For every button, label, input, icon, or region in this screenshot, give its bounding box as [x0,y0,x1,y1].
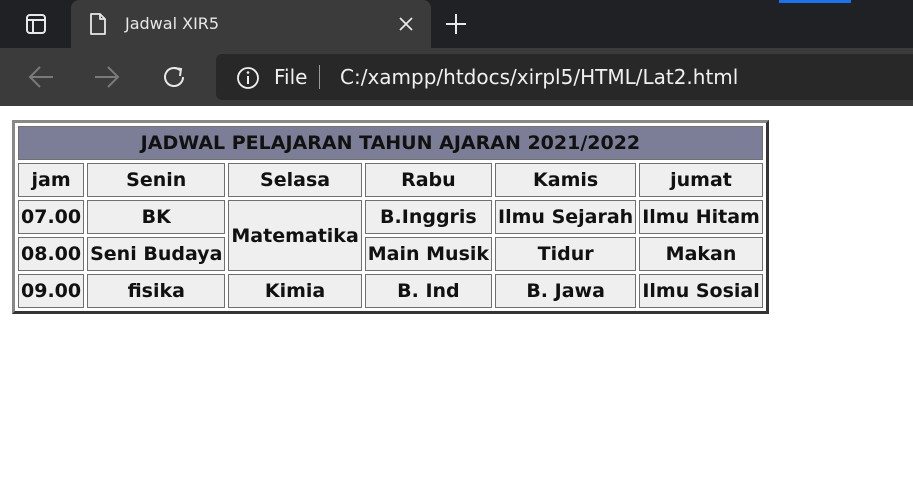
back-arrow-icon [28,66,53,88]
cell-senin: Seni Budaya [87,237,226,271]
cell-selasa: Matematika [228,200,362,271]
cell-rabu: B.Inggris [364,200,493,234]
cell-jam: 08.00 [18,237,85,271]
header-kamis: Kamis [495,163,637,197]
header-senin: Senin [87,163,226,197]
cell-jam: 07.00 [18,200,85,234]
forward-button[interactable] [92,62,122,92]
table-title: JADWAL PELAJARAN TAHUN AJARAN 2021/2022 [18,126,763,160]
url-scheme-label: File [274,65,308,89]
tab-actions-button[interactable] [16,10,56,38]
reload-icon [164,67,184,87]
table-title-row: JADWAL PELAJARAN TAHUN AJARAN 2021/2022 [18,126,763,160]
cell-kamis: Tidur [495,237,637,271]
tab-actions-icon [26,14,46,34]
header-jam: jam [18,163,85,197]
table-row: 09.00 fisika Kimia B. Ind B. Jawa Ilmu S… [18,274,763,308]
new-tab-icon[interactable] [444,12,468,36]
cell-jumat: Makan [639,237,763,271]
info-icon[interactable] [236,66,260,90]
table-row: 07.00 BK Matematika B.Inggris Ilmu Sejar… [18,200,763,271]
cell-selasa: Kimia [228,274,362,308]
cell-rabu: B. Ind [364,274,493,308]
tab-bar: Jadwal XIR5 [0,0,913,48]
address-divider [319,65,320,89]
cell-senin: BK [87,200,226,234]
accent-bar [779,0,851,3]
address-bar[interactable]: File C:/xampp/htdocs/xirpl5/HTML/Lat2.ht… [216,54,913,100]
header-selasa: Selasa [228,163,362,197]
schedule-table: JADWAL PELAJARAN TAHUN AJARAN 2021/2022 … [12,120,769,314]
cell-kamis: Ilmu Sejarah [495,200,637,234]
header-rabu: Rabu [364,163,493,197]
close-tab-icon[interactable] [397,15,415,33]
cell-jumat: Ilmu Hitam [639,200,763,234]
page-content: JADWAL PELAJARAN TAHUN AJARAN 2021/2022 … [0,106,913,478]
page-icon [90,13,106,35]
cell-jumat: Ilmu Sosial [639,274,763,308]
header-jumat: jumat [639,163,763,197]
forward-arrow-icon [95,66,120,88]
table-header-row: jam Senin Selasa Rabu Kamis jumat [18,163,763,197]
back-button[interactable] [26,62,56,92]
table-row: 08.00 Seni Budaya Main Musik Tidur Makan [18,237,763,271]
tab-title: Jadwal XIR5 [125,14,220,33]
cell-jam: 09.00 [18,274,85,308]
reload-button[interactable] [159,62,189,92]
cell-rabu: Main Musik [364,237,493,271]
cell-kamis: B. Jawa [495,274,637,308]
toolbar: File C:/xampp/htdocs/xirpl5/HTML/Lat2.ht… [0,48,913,106]
active-tab[interactable]: Jadwal XIR5 [71,0,431,48]
cell-senin: fisika [87,274,226,308]
url-text[interactable]: C:/xampp/htdocs/xirpl5/HTML/Lat2.html [340,65,738,89]
